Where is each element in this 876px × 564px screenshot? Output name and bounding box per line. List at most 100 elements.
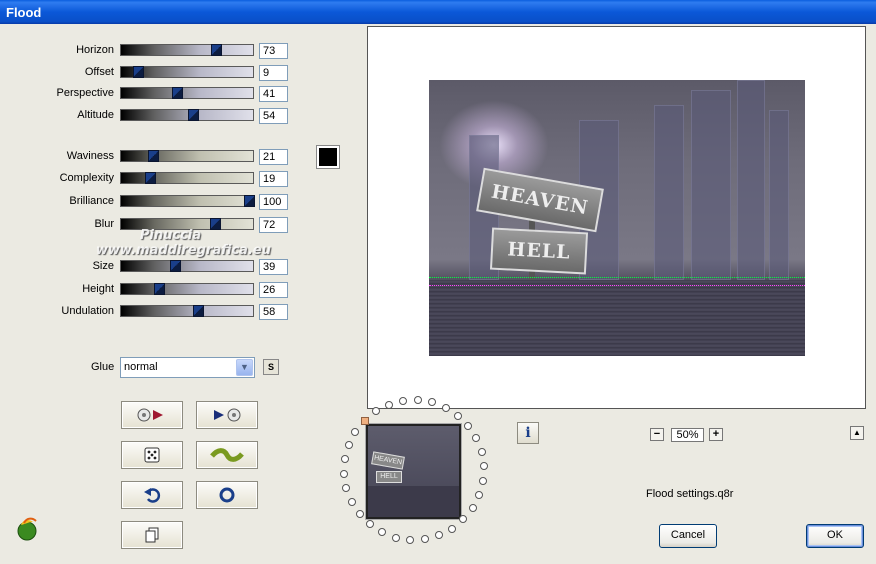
navigator-ring-dot[interactable] — [468, 504, 477, 513]
chevron-up-icon: ▲ — [853, 428, 861, 437]
slider-label: Horizon — [76, 44, 114, 56]
ok-button[interactable]: OK — [806, 524, 864, 548]
slider-row-offset: Offset 9 — [0, 65, 300, 81]
building — [737, 80, 765, 280]
slider-thumb[interactable] — [187, 109, 199, 121]
filter-logo-icon — [17, 517, 37, 541]
navigator-ring-dot[interactable] — [435, 531, 444, 540]
slider-row-altitude: Altitude 54 — [0, 108, 300, 124]
slider-label: Offset — [84, 66, 114, 78]
navigator-ring-dot[interactable] — [355, 510, 364, 519]
info-icon: i — [525, 425, 531, 441]
navigator-ring-dot[interactable] — [454, 411, 463, 420]
complexity-value-field[interactable]: 19 — [259, 171, 288, 187]
horizon-slider[interactable] — [120, 44, 254, 56]
brilliance-slider[interactable] — [120, 195, 255, 207]
slider-thumb[interactable] — [169, 260, 181, 272]
navigator-ring-dot[interactable] — [347, 497, 356, 506]
navigator-ring-dot[interactable] — [479, 462, 488, 471]
slider-thumb[interactable] — [147, 150, 159, 162]
randomize-button[interactable] — [121, 441, 183, 469]
random-back-button[interactable] — [196, 401, 258, 429]
perspective-slider[interactable] — [120, 87, 254, 99]
height-value-field[interactable]: 26 — [259, 282, 288, 298]
navigator-ring-dot[interactable] — [472, 434, 481, 443]
slider-thumb[interactable] — [132, 66, 144, 78]
slider-label: Brilliance — [69, 195, 114, 207]
navigator-ring-dot[interactable] — [406, 535, 415, 544]
height-slider[interactable] — [120, 283, 254, 295]
undulation-value-field[interactable]: 58 — [259, 304, 288, 320]
thumb-water — [368, 486, 459, 517]
random-forward-button[interactable] — [121, 401, 183, 429]
navigator-ring-dot[interactable] — [340, 455, 349, 464]
navigator-ring-dot[interactable] — [420, 535, 429, 544]
wave-button[interactable] — [196, 441, 258, 469]
navigator-ring-dot[interactable] — [399, 396, 408, 405]
navigator-ring-dot[interactable] — [378, 528, 387, 537]
window-title: Flood — [6, 5, 42, 20]
zoom-out-button[interactable]: − — [650, 428, 664, 441]
navigator-ring-dot[interactable] — [340, 469, 349, 478]
slider-row-undulation: Undulation 58 — [0, 304, 300, 320]
navigator-ring-dot[interactable] — [413, 396, 422, 405]
cancel-button[interactable]: Cancel — [659, 524, 717, 548]
navigator-ring-dot[interactable] — [365, 520, 374, 529]
undulation-slider[interactable] — [120, 305, 254, 317]
slider-row-perspective: Perspective 41 — [0, 86, 300, 102]
perspective-value-field[interactable]: 41 — [259, 86, 288, 102]
random-dice-icon — [144, 447, 160, 463]
glue-s-button[interactable]: S — [263, 359, 279, 375]
preview-panel[interactable]: HEAVEN HELL — [367, 26, 866, 409]
slider-thumb[interactable] — [211, 44, 223, 56]
chevron-down-icon[interactable]: ▼ — [236, 359, 253, 376]
navigator-start-marker[interactable] — [360, 416, 369, 425]
offset-slider[interactable] — [120, 66, 254, 78]
slider-thumb[interactable] — [244, 195, 255, 207]
navigator-ring-dot[interactable] — [384, 400, 393, 409]
slider-label: Height — [82, 283, 114, 295]
slider-thumb[interactable] — [172, 87, 184, 99]
slider-thumb[interactable] — [153, 283, 165, 295]
navigator-ring-dot[interactable] — [464, 421, 473, 430]
slider-thumb[interactable] — [145, 172, 157, 184]
dialog-body: Horizon 73 Offset 9 Perspective 41 Altit… — [0, 24, 876, 564]
navigator-thumbnail[interactable]: HEAVEN HELL — [365, 423, 462, 520]
altitude-value-field[interactable]: 54 — [259, 108, 288, 124]
zoom-in-button[interactable]: + — [709, 428, 723, 441]
altitude-slider[interactable] — [120, 109, 254, 121]
navigator-ring-dot[interactable] — [479, 476, 488, 485]
navigator-ring-dot[interactable] — [441, 403, 450, 412]
color-swatch[interactable] — [316, 145, 340, 169]
navigator-ring-dot[interactable] — [371, 407, 380, 416]
preview-image: HEAVEN HELL — [429, 80, 805, 356]
horizon-value-field[interactable]: 73 — [259, 43, 288, 59]
offset-value-field[interactable]: 9 — [259, 65, 288, 81]
scroll-up-button[interactable]: ▲ — [850, 426, 864, 440]
info-button[interactable]: i — [517, 422, 539, 444]
reset-button[interactable] — [196, 481, 258, 509]
waviness-value-field[interactable]: 21 — [259, 149, 288, 165]
navigator-ring-dot[interactable] — [448, 524, 457, 533]
navigator-ring-dot[interactable] — [344, 440, 353, 449]
size-slider[interactable] — [120, 260, 254, 272]
complexity-slider[interactable] — [120, 172, 254, 184]
size-value-field[interactable]: 39 — [259, 259, 288, 275]
status-text: Flood settings.q8r — [646, 488, 734, 500]
watermark: Pinuccia www.maddiregrafica.eu — [96, 228, 271, 258]
navigator-ring-dot[interactable] — [459, 515, 468, 524]
thumb-sign-top: HEAVEN — [371, 451, 405, 470]
slider-thumb[interactable] — [192, 305, 204, 317]
waviness-slider[interactable] — [120, 150, 254, 162]
navigator-ring-dot[interactable] — [475, 491, 484, 500]
glue-dropdown[interactable]: normal ▼ — [120, 357, 255, 378]
navigator-ring-dot[interactable] — [391, 533, 400, 542]
slider-row-size: Size 39 — [0, 259, 300, 275]
undo-button[interactable] — [121, 481, 183, 509]
slider-label: Complexity — [59, 172, 114, 184]
copy-button[interactable] — [121, 521, 183, 549]
navigator-ring-dot[interactable] — [342, 484, 351, 493]
brilliance-value-field[interactable]: 100 — [259, 194, 288, 210]
navigator-ring-dot[interactable] — [477, 447, 486, 456]
navigator-ring-dot[interactable] — [351, 427, 360, 436]
